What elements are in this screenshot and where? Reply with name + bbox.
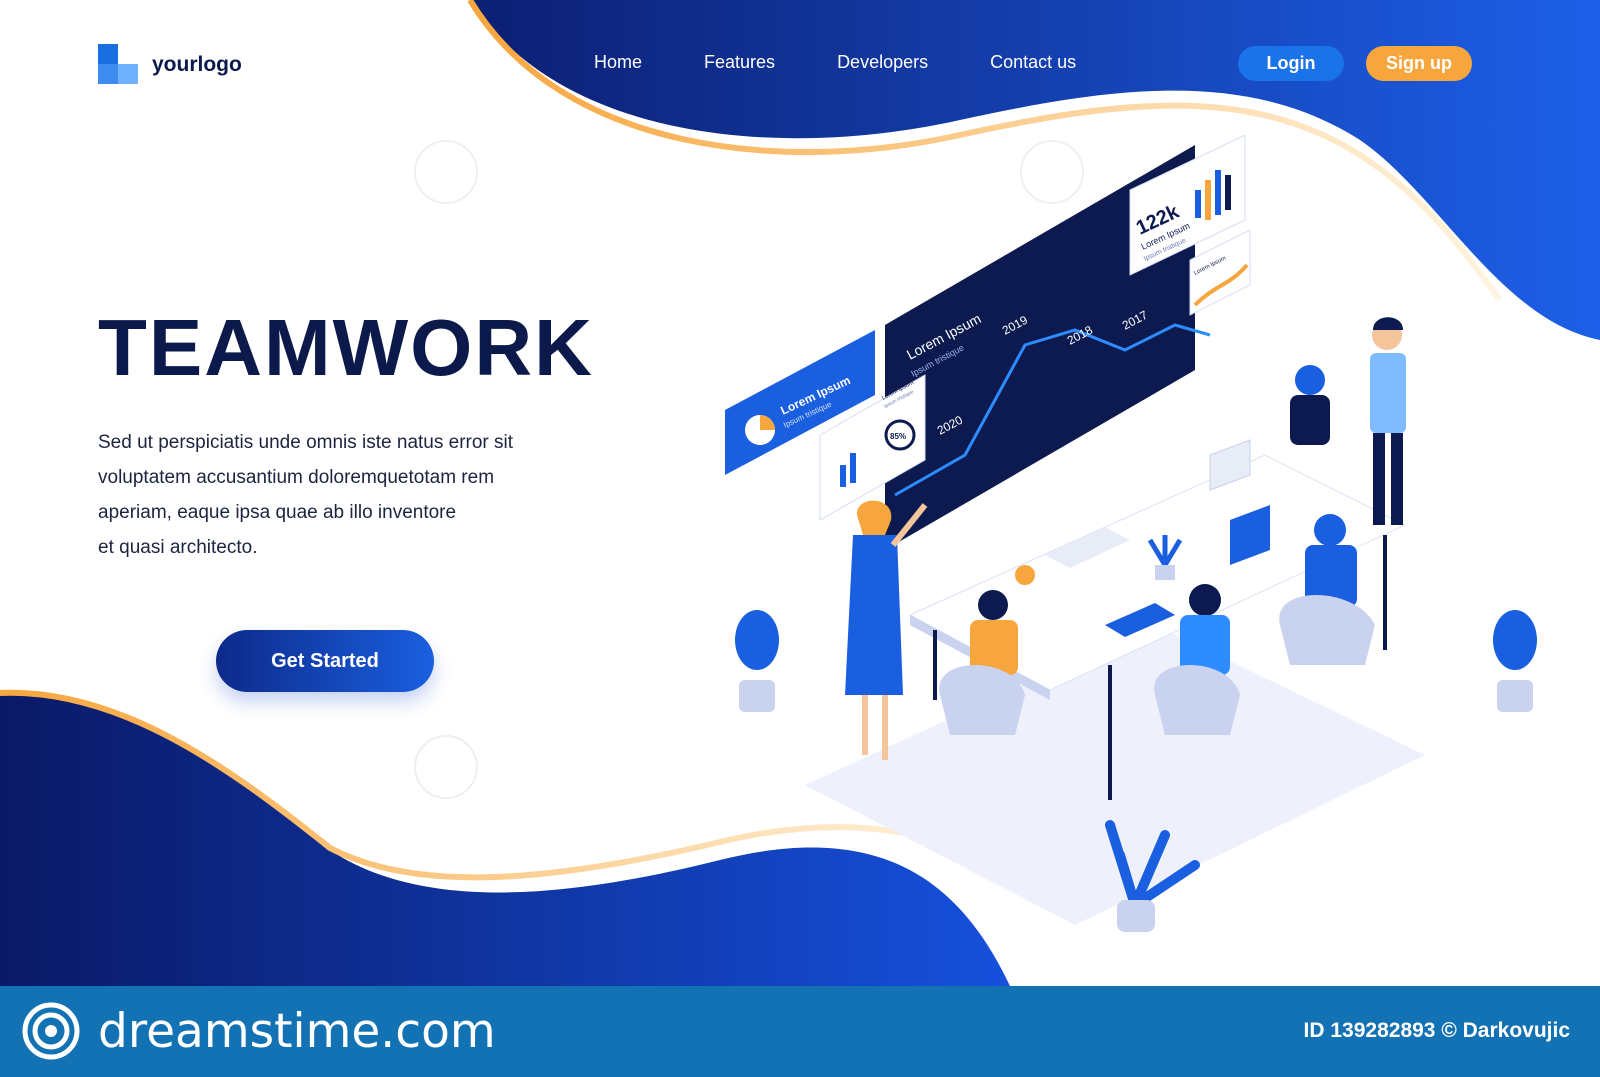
- percent-card-bar: [850, 453, 856, 483]
- presenter-dress: [845, 535, 903, 695]
- person-head: [1295, 365, 1325, 395]
- logo-text: yourlogo: [152, 53, 242, 76]
- watermark-icon: [414, 735, 478, 799]
- get-started-button[interactable]: Get Started: [216, 630, 434, 692]
- plant-pot: [739, 680, 775, 712]
- landing-page: yourlogo Home Features Developers Contac…: [0, 0, 1600, 1077]
- nav-contact[interactable]: Contact us: [990, 52, 1076, 73]
- hero-paragraph-line: aperiam, eaque ipsa quae ab illo invento…: [98, 502, 457, 523]
- hero-title: TEAMWORK: [98, 303, 594, 392]
- person-leg: [1391, 433, 1403, 525]
- person-shirt: [1290, 395, 1330, 445]
- tree-plant-icon: [735, 610, 779, 670]
- teamwork-illustration: Lorem Ipsum Ipsum tristique 2020 2019 20…: [725, 135, 1537, 932]
- person-hair: [1373, 317, 1403, 330]
- person-head: [1189, 584, 1221, 616]
- hero-paragraph: Sed ut perspiciatis unde omnis iste natu…: [98, 425, 568, 565]
- chair: [1279, 595, 1375, 665]
- nav-home[interactable]: Home: [594, 52, 642, 73]
- stat-bar: [1225, 175, 1231, 210]
- footer-credit: ID 139282893 © Darkovujic: [1303, 1019, 1570, 1042]
- stat-bar: [1205, 180, 1211, 220]
- nav-features[interactable]: Features: [704, 52, 775, 73]
- person-shirt: [1370, 353, 1406, 433]
- nav-developers[interactable]: Developers: [837, 52, 928, 73]
- percent-card-bar: [840, 465, 846, 487]
- person-head: [978, 590, 1008, 620]
- stat-bar: [1195, 190, 1201, 218]
- main-nav: Home Features Developers Contact us: [594, 52, 1138, 73]
- stat-bar: [1215, 170, 1221, 215]
- hero-paragraph-line: et quasi architecto.: [98, 537, 258, 558]
- watermark-icon: [414, 140, 478, 204]
- person-hair: [856, 500, 892, 535]
- percent-value: 85%: [890, 432, 906, 441]
- plant-pot: [1117, 900, 1155, 932]
- signup-button[interactable]: Sign up: [1366, 46, 1472, 81]
- person-head: [1314, 514, 1346, 546]
- brand-logo[interactable]: yourlogo: [98, 44, 242, 86]
- logo-mark-icon: [98, 44, 140, 86]
- dreamstime-logo-icon: [22, 1002, 80, 1060]
- chart-pie-icon: [1015, 565, 1035, 585]
- hero-paragraph-line: voluptatem accusantium doloremquetotam r…: [98, 467, 495, 488]
- person-leg: [1373, 433, 1385, 525]
- login-button[interactable]: Login: [1238, 46, 1344, 81]
- table-plant-pot: [1155, 565, 1175, 580]
- tree-plant-icon: [1493, 610, 1537, 670]
- plant-pot: [1497, 680, 1533, 712]
- hero-paragraph-line: Sed ut perspiciatis unde omnis iste natu…: [98, 432, 514, 453]
- footer-site-text: dreamstime.com: [98, 1004, 496, 1059]
